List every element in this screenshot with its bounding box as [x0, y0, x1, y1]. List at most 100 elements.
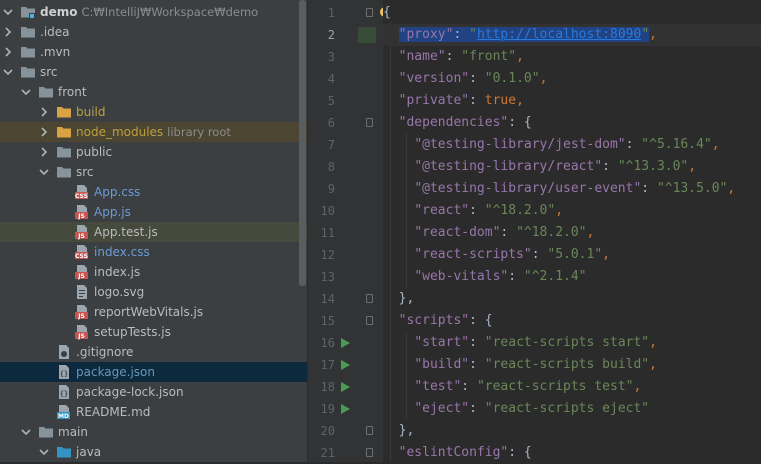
tree-item-src[interactable]: src: [0, 62, 307, 82]
json-file-icon: {}: [56, 384, 72, 400]
tree-item-readme-md[interactable]: MD README.md: [0, 402, 307, 422]
code-token: ,: [727, 181, 736, 196]
tree-item-setuptests-js[interactable]: JS setupTests.js: [0, 322, 307, 342]
code-line[interactable]: "scripts": {: [383, 310, 761, 332]
code-line[interactable]: "private": true,: [383, 90, 761, 112]
tree-item-package-lock-json[interactable]: {} package-lock.json: [0, 382, 307, 402]
run-script-icon[interactable]: [341, 360, 350, 370]
code-token: : {: [508, 115, 532, 130]
run-script-icon[interactable]: [341, 382, 350, 392]
gutter-line[interactable]: 17: [308, 354, 383, 376]
tree-item-java[interactable]: java: [0, 442, 307, 462]
gutter-line[interactable]: 11: [308, 222, 383, 244]
tree-item-demo[interactable]: demo C:₩IntelliJ₩Workspace₩demo: [0, 2, 307, 22]
tree-item-build[interactable]: build: [0, 102, 307, 122]
svg-text:CSS: CSS: [75, 253, 88, 260]
code-line[interactable]: "eject": "react-scripts eject": [383, 398, 761, 420]
tree-item-logo-svg[interactable]: logo.svg: [0, 282, 307, 302]
fold-marker-icon[interactable]: [366, 294, 373, 303]
code-line[interactable]: {: [383, 2, 761, 24]
code-line[interactable]: },: [383, 420, 761, 442]
chevron-down-icon[interactable]: [2, 6, 14, 18]
code-line[interactable]: "name": "front",: [383, 46, 761, 68]
gutter-line[interactable]: 3: [308, 46, 383, 68]
gutter-line[interactable]: 20: [308, 420, 383, 442]
tree-item-app-test-js[interactable]: JS App.test.js: [0, 222, 307, 242]
code-line[interactable]: "@testing-library/react": "^13.3.0",: [383, 156, 761, 178]
code-token: :: [469, 203, 485, 218]
chevron-right-icon[interactable]: [2, 46, 14, 58]
chevron-right-icon[interactable]: [38, 146, 50, 158]
code-line[interactable]: "version": "0.1.0",: [383, 68, 761, 90]
fold-marker-icon[interactable]: [366, 448, 373, 457]
line-number: 5: [327, 94, 335, 108]
tree-item-front[interactable]: front: [0, 82, 307, 102]
indent-guide: [406, 134, 407, 288]
code-line[interactable]: "eslintConfig": {: [383, 442, 761, 464]
code-line[interactable]: "@testing-library/jest-dom": "^5.16.4",: [383, 134, 761, 156]
tree-item-index-css[interactable]: CSS index.css: [0, 242, 307, 262]
chevron-right-icon[interactable]: [38, 126, 50, 138]
tree-item-node-modules[interactable]: node_modules library root: [0, 122, 307, 142]
code-line[interactable]: "react-scripts": "5.0.1",: [383, 244, 761, 266]
code-token: :: [641, 181, 657, 196]
gutter-line[interactable]: 1: [308, 2, 383, 24]
chevron-down-icon[interactable]: [20, 86, 32, 98]
code-line[interactable]: },: [383, 288, 761, 310]
code-line[interactable]: "test": "react-scripts test",: [383, 376, 761, 398]
code-line[interactable]: "@testing-library/user-event": "^13.5.0"…: [383, 178, 761, 200]
fold-marker-icon[interactable]: [366, 426, 373, 435]
gutter-line[interactable]: 10: [308, 200, 383, 222]
chevron-right-icon[interactable]: [2, 26, 14, 38]
tree-item-mvn[interactable]: .mvn: [0, 42, 307, 62]
gutter-line[interactable]: 15: [308, 310, 383, 332]
tree-item-idea[interactable]: .idea: [0, 22, 307, 42]
code-line[interactable]: "react-dom": "^18.2.0",: [383, 222, 761, 244]
gutter-line[interactable]: 5: [308, 90, 383, 112]
code-line[interactable]: "react": "^18.2.0",: [383, 200, 761, 222]
chevron-down-icon[interactable]: [38, 446, 50, 458]
gutter-line[interactable]: 14: [308, 288, 383, 310]
code-editor[interactable]: { "proxy": "http://localhost:8090", "nam…: [383, 0, 761, 462]
tree-item-public[interactable]: public: [0, 142, 307, 162]
gutter-line[interactable]: 6: [308, 112, 383, 134]
run-script-icon[interactable]: [341, 338, 350, 348]
project-tree-scrollbar[interactable]: [299, 0, 306, 286]
code-line[interactable]: "build": "react-scripts build",: [383, 354, 761, 376]
tree-item-app-css[interactable]: CSS App.css: [0, 182, 307, 202]
fold-marker-icon[interactable]: [366, 118, 373, 127]
gutter-line[interactable]: 7: [308, 134, 383, 156]
svg-text:JS: JS: [77, 273, 85, 280]
code-line[interactable]: "dependencies": {: [383, 112, 761, 134]
code-line[interactable]: "web-vitals": "^2.1.4": [383, 266, 761, 288]
fold-marker-icon[interactable]: [366, 316, 373, 325]
tree-item-src[interactable]: src: [0, 162, 307, 182]
run-script-icon[interactable]: [341, 404, 350, 414]
fold-marker-icon[interactable]: [366, 8, 373, 17]
gutter-line[interactable]: 16: [308, 332, 383, 354]
chevron-right-icon[interactable]: [38, 106, 50, 118]
gutter-line[interactable]: 9: [308, 178, 383, 200]
gutter-line[interactable]: 19: [308, 398, 383, 420]
code-line[interactable]: "start": "react-scripts start",: [383, 332, 761, 354]
code-token: "scripts": [398, 313, 470, 328]
tree-item-reportwebvitals-js[interactable]: JS reportWebVitals.js: [0, 302, 307, 322]
code-token: "dependencies": [398, 115, 509, 130]
chevron-down-icon[interactable]: [20, 426, 32, 438]
project-tree[interactable]: demo C:₩IntelliJ₩Workspace₩demo .idea .mvn s…: [0, 0, 307, 462]
gutter-line[interactable]: 13: [308, 266, 383, 288]
tree-item-package-json[interactable]: {} package.json: [0, 362, 307, 382]
gutter-line[interactable]: 4: [308, 68, 383, 90]
tree-item-app-js[interactable]: JS App.js: [0, 202, 307, 222]
gutter-line[interactable]: 18: [308, 376, 383, 398]
code-line[interactable]: "proxy": "http://localhost:8090",: [383, 24, 761, 46]
tree-item-main[interactable]: main: [0, 422, 307, 442]
gutter-line[interactable]: 12: [308, 244, 383, 266]
tree-item-index-js[interactable]: JS index.js: [0, 262, 307, 282]
chevron-down-icon[interactable]: [38, 166, 50, 178]
gutter-line[interactable]: 8: [308, 156, 383, 178]
chevron-down-icon[interactable]: [2, 66, 14, 78]
gutter-line[interactable]: 21: [308, 442, 383, 464]
tree-item-gitignore[interactable]: .gitignore: [0, 342, 307, 362]
